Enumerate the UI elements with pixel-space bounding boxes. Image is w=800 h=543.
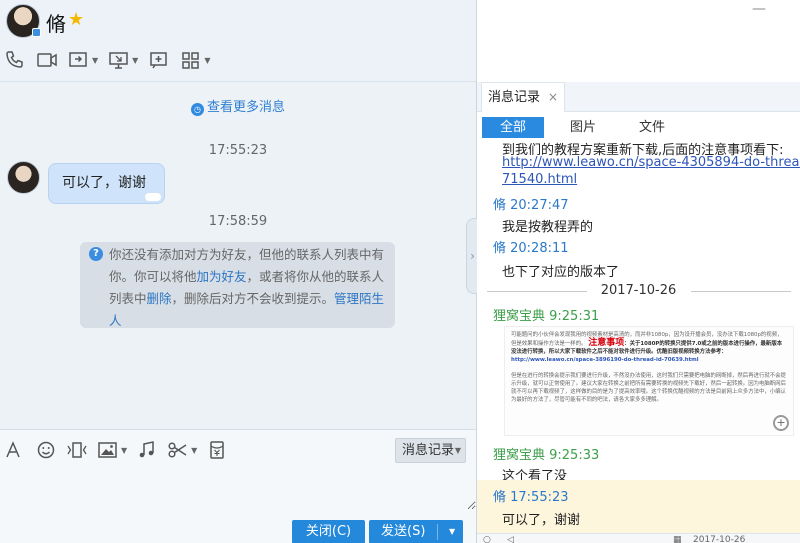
screenshot-button[interactable] xyxy=(148,48,170,72)
shake-button[interactable] xyxy=(66,440,88,460)
message-area[interactable]: ◷ 查看更多消息 17:55:23 可以了，谢谢 17:58:59 ? 你还没有添… xyxy=(0,83,476,429)
filter-tab-all[interactable]: 全部 xyxy=(482,117,544,138)
shake-icon xyxy=(67,442,87,458)
chevron-down-icon: ▼ xyxy=(191,445,198,455)
history-pane: — 消息记录 × 全部 图片 文件 到我们的教程方案重新下载,后面的注意事项看下:… xyxy=(477,0,800,543)
contact-name[interactable]: 脩 xyxy=(46,8,66,37)
history-text: 我是按教程弄的 xyxy=(502,220,594,235)
send-image-button[interactable]: ▼ xyxy=(97,440,127,460)
red-packet-button[interactable] xyxy=(206,440,228,460)
close-button[interactable]: 关闭(C) xyxy=(292,520,365,543)
chevron-down-icon: ▼ xyxy=(204,55,211,65)
star-icon[interactable]: ★ xyxy=(68,9,84,30)
remote-desktop-icon xyxy=(109,52,128,69)
share-screen-icon xyxy=(69,52,87,67)
phone-icon xyxy=(6,51,23,68)
history-sender: 脩 17:55:23 xyxy=(493,490,569,505)
history-text: 可以了，谢谢 xyxy=(502,513,581,528)
send-options-chevron-icon[interactable]: ▼ xyxy=(449,520,455,543)
date-separator: 2017-10-26 xyxy=(477,283,800,299)
history-date[interactable]: 2017-10-26 xyxy=(693,535,745,543)
emoji-icon xyxy=(37,441,55,459)
question-icon: ? xyxy=(89,247,103,261)
search-icon[interactable]: ○ xyxy=(483,535,491,543)
highlighted-history-row[interactable]: 脩 17:55:23 可以了，谢谢 xyxy=(477,480,800,533)
online-status-icon xyxy=(32,28,41,37)
message-timestamp: 17:55:23 xyxy=(208,143,268,158)
share-screen-button[interactable]: ▼ xyxy=(68,48,98,72)
stranger-notice: ? 你还没有添加对方为好友，但他的联系人列表中有你。你可以将他加为好友，或者将你… xyxy=(80,242,395,328)
chevron-down-icon: ▼ xyxy=(454,446,461,455)
red-packet-icon xyxy=(210,441,225,459)
input-toolbar: ▼ ▼ xyxy=(4,436,237,464)
input-panel: ▼ ▼ 消息记录 ▼ 关闭(C) 发送(S) ▼ xyxy=(0,429,476,543)
delete-link[interactable]: 删除 xyxy=(147,291,172,306)
music-icon xyxy=(139,441,154,458)
message-input[interactable] xyxy=(0,466,476,510)
history-link[interactable]: 71540.html xyxy=(502,172,577,187)
filter-tab-files[interactable]: 文件 xyxy=(623,117,681,138)
speaker-icon[interactable]: ◁ xyxy=(507,535,514,543)
close-icon[interactable]: × xyxy=(548,90,558,104)
cloud-decoration-icon xyxy=(144,192,162,202)
image-icon xyxy=(98,442,117,458)
font-button[interactable] xyxy=(4,440,26,460)
music-button[interactable] xyxy=(136,440,158,460)
window-close-icon[interactable]: — xyxy=(752,1,766,17)
chevron-down-icon: ▼ xyxy=(132,55,139,65)
contact-avatar[interactable] xyxy=(6,4,41,38)
voice-call-button[interactable] xyxy=(4,48,26,72)
chevron-down-icon: ▼ xyxy=(92,55,99,65)
history-sender: 狸窝宝典 9:25:31 xyxy=(493,309,600,324)
view-more-messages-link[interactable]: ◷ 查看更多消息 xyxy=(0,96,476,116)
screenshot-tool-button[interactable]: ▼ xyxy=(167,440,197,460)
message-text: 可以了，谢谢 xyxy=(62,175,146,191)
message-history-button[interactable]: 消息记录 ▼ xyxy=(395,438,466,463)
remote-desktop-button[interactable]: ▼ xyxy=(108,48,138,72)
apps-icon xyxy=(182,52,200,69)
history-filter-tabs: 全部 图片 文件 xyxy=(477,112,800,142)
add-friend-link[interactable]: 加为好友 xyxy=(197,269,247,284)
calendar-icon[interactable]: ▦ xyxy=(673,535,682,543)
font-icon xyxy=(6,441,20,458)
history-sender: 脩 20:28:11 xyxy=(493,241,569,256)
message-bubble[interactable]: 可以了，谢谢 xyxy=(48,163,165,204)
tab-message-history[interactable]: 消息记录 × xyxy=(481,82,566,112)
sender-avatar[interactable] xyxy=(7,161,40,194)
video-icon xyxy=(37,53,57,67)
chat-pane: 脩 ★ ▼ ▼ ▼ ◷ 查看更多消息 17:55:23 可以了，谢谢 17:58… xyxy=(0,0,476,543)
history-record-list[interactable]: 到我们的教程方案重新下载,后面的注意事项看下: http://www.leawo… xyxy=(477,142,800,533)
chat-toolbar: ▼ ▼ ▼ xyxy=(4,48,220,72)
chevron-down-icon: ▼ xyxy=(121,445,128,455)
send-divider xyxy=(437,524,438,540)
zoom-in-icon[interactable]: + xyxy=(773,415,789,431)
history-sender: 脩 20:27:47 xyxy=(493,198,569,213)
history-tab-bar: 消息记录 × xyxy=(477,82,800,112)
history-bottom-bar: ○ ◁ ▦ 2017-10-26 xyxy=(477,533,800,543)
history-sender: 狸窝宝典 9:25:33 xyxy=(493,448,600,463)
apps-button[interactable]: ▼ xyxy=(180,48,210,72)
chevron-right-icon: › xyxy=(470,249,475,263)
video-call-button[interactable] xyxy=(36,48,58,72)
filter-tab-pictures[interactable]: 图片 xyxy=(555,117,611,138)
history-link[interactable]: http://www.leawo.cn/space-4305894-do-thr… xyxy=(502,155,800,170)
image-thumbnail[interactable]: 可能题问的小伙伴会发现我用的视频素材是高清的，而并非1080p，因为设开播会员，… xyxy=(504,326,794,436)
chat-header: 脩 ★ ▼ ▼ ▼ xyxy=(0,0,476,82)
scissors-icon xyxy=(168,442,187,458)
screenshot-icon xyxy=(150,52,168,69)
history-text: 也下了对应的版本了 xyxy=(502,265,620,280)
clock-icon: ◷ xyxy=(190,103,204,116)
send-button[interactable]: 发送(S) ▼ xyxy=(369,520,463,543)
message-timestamp: 17:58:59 xyxy=(208,214,268,229)
emoji-button[interactable] xyxy=(35,440,57,460)
